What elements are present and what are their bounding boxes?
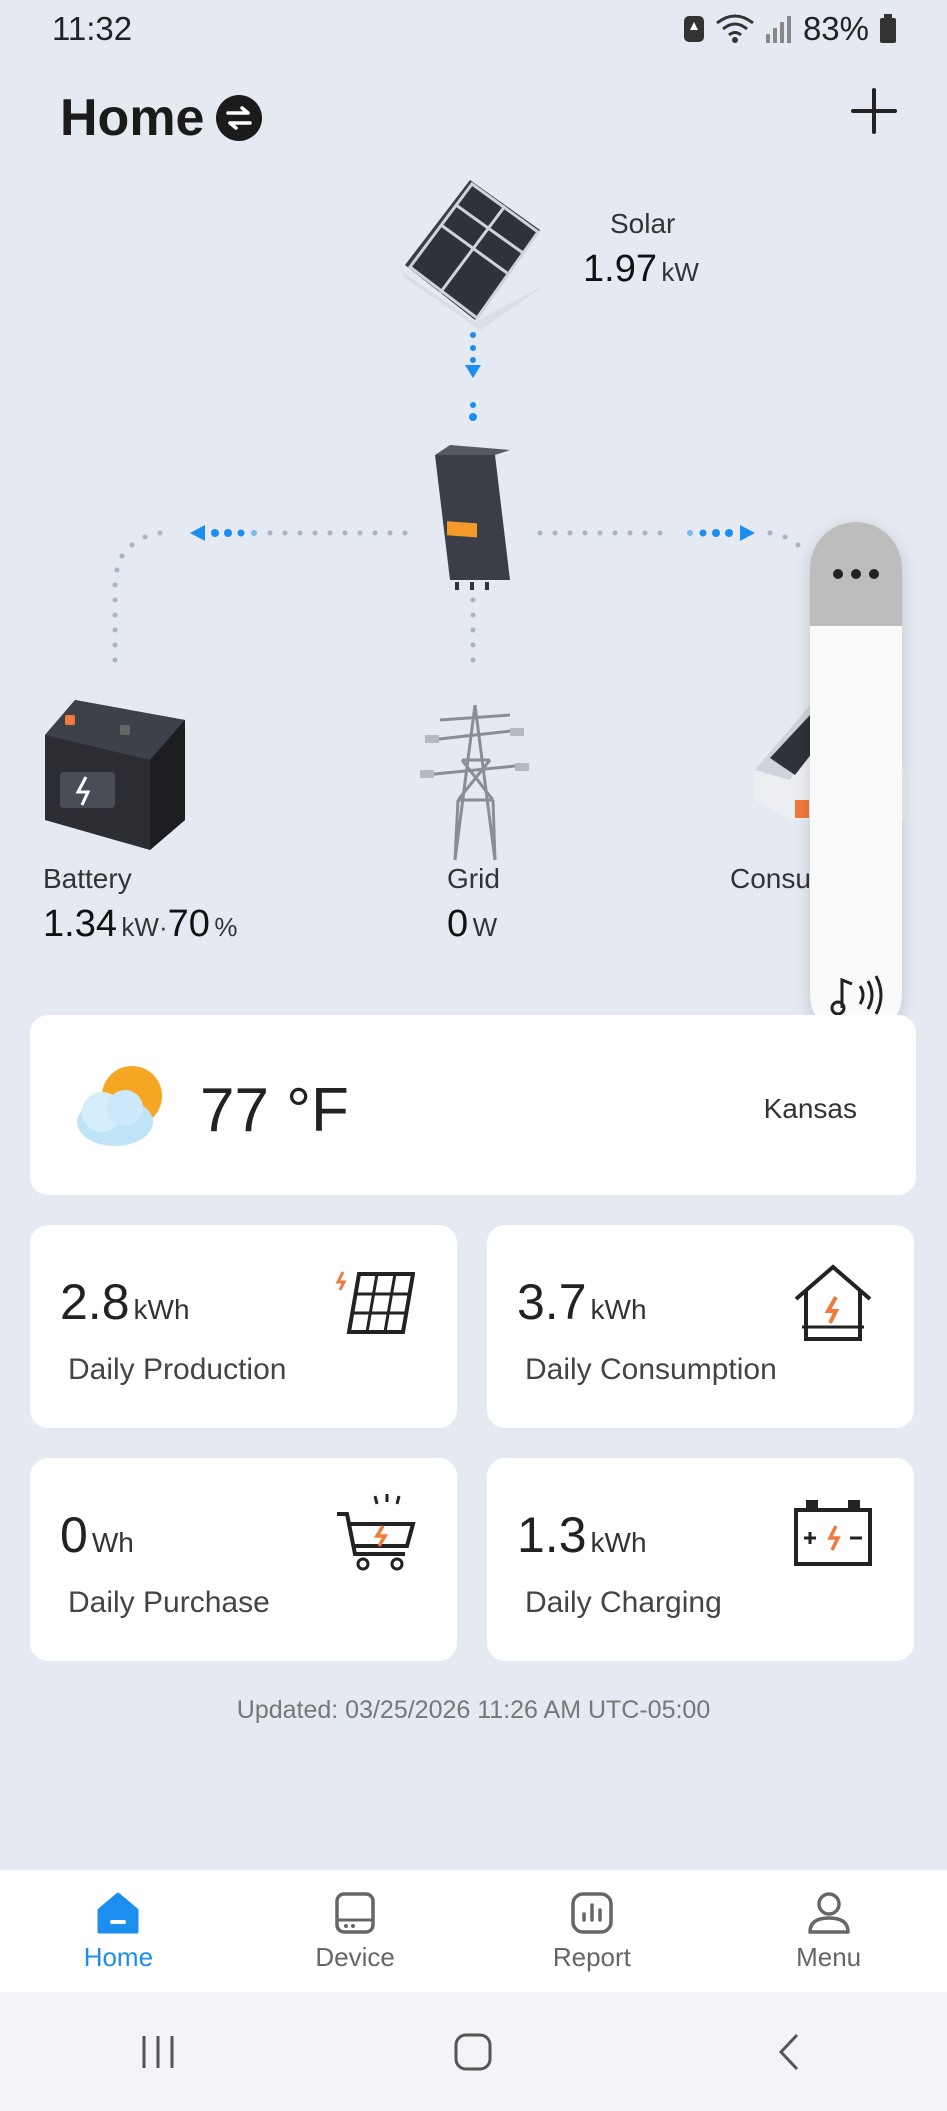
daily-consumption-unit: kWh xyxy=(590,1294,647,1325)
daily-charging-reading: 1.3 kWh xyxy=(517,1506,647,1564)
grid-unit: W xyxy=(472,912,498,942)
updated-timestamp: Updated: 03/25/2026 11:26 AM UTC-05:00 xyxy=(236,1696,711,1724)
daily-consumption-value: 3.7 xyxy=(517,1274,587,1330)
solar-panel-icon xyxy=(400,180,545,330)
battery-percent: 83% xyxy=(802,10,869,47)
daily-charging-value: 1.3 xyxy=(517,1507,587,1563)
daily-production-reading: 2.8 kWh xyxy=(60,1273,190,1331)
daily-charging-label: Daily Charging xyxy=(525,1586,722,1619)
daily-purchase-card[interactable]: 0 Wh Daily Purchase xyxy=(30,1458,457,1661)
solar-reading: 1.97 kW xyxy=(583,248,699,291)
daily-consumption-card[interactable]: 3.7 kWh Daily Consumption xyxy=(487,1225,914,1428)
home-button-icon[interactable] xyxy=(453,2032,493,2072)
weather-temperature: 77 °F xyxy=(200,1076,349,1145)
grid-label: Grid xyxy=(447,863,500,894)
inverter-icon xyxy=(435,445,510,590)
status-icons: 83% xyxy=(683,10,897,48)
floating-panel[interactable] xyxy=(810,522,902,1040)
app-notification-icon xyxy=(683,16,704,42)
add-button[interactable] xyxy=(851,88,897,134)
nav-device[interactable]: Device xyxy=(237,1870,474,1992)
battery-label: Battery xyxy=(43,863,132,894)
house-outline-icon xyxy=(794,1264,872,1341)
bottom-navigation: Home Device Report Menu xyxy=(0,1870,947,1992)
recent-apps-icon[interactable] xyxy=(138,2032,178,2072)
nav-report-label: Report xyxy=(552,1941,631,1972)
status-time: 11:32 xyxy=(52,10,133,47)
battery-outline-icon xyxy=(794,1500,872,1566)
music-audio-icon[interactable] xyxy=(830,972,886,1018)
daily-production-label: Daily Production xyxy=(68,1353,287,1386)
daily-consumption-label: Daily Consumption xyxy=(525,1353,777,1386)
signal-icon xyxy=(765,16,791,43)
daily-purchase-value: 0 xyxy=(60,1507,88,1563)
solar-label: Solar xyxy=(610,208,676,239)
page-title[interactable]: Home xyxy=(60,88,263,148)
home-icon xyxy=(97,1892,139,1933)
energy-flow-diagram xyxy=(45,180,905,861)
consumption-label: Consu xyxy=(730,863,811,894)
nav-report[interactable]: Report xyxy=(474,1870,711,1992)
battery-reading: 1.34 kW·70 % xyxy=(43,903,238,946)
solar-unit: kW xyxy=(661,257,699,287)
daily-production-unit: kWh xyxy=(133,1294,190,1325)
daily-production-value: 2.8 xyxy=(60,1274,130,1330)
daily-consumption-reading: 3.7 kWh xyxy=(517,1273,647,1331)
grid-value: 0 xyxy=(447,903,469,945)
nav-home-label: Home xyxy=(83,1941,154,1972)
daily-purchase-reading: 0 Wh xyxy=(60,1506,134,1564)
daily-charging-unit: kWh xyxy=(590,1527,647,1558)
battery-unit: kW xyxy=(121,912,159,942)
daily-production-card[interactable]: 2.8 kWh Daily Production xyxy=(30,1225,457,1428)
report-icon xyxy=(571,1891,613,1934)
switch-site-icon[interactable] xyxy=(216,95,263,141)
back-icon[interactable] xyxy=(769,2032,809,2072)
more-options-button[interactable] xyxy=(810,522,902,626)
shopping-cart-icon xyxy=(337,1494,416,1571)
user-icon xyxy=(807,1891,850,1934)
nav-home[interactable]: Home xyxy=(0,1870,237,1992)
page-title-text: Home xyxy=(60,89,205,147)
solar-panel-outline-icon xyxy=(335,1271,415,1334)
daily-purchase-label: Daily Purchase xyxy=(68,1586,270,1619)
battery-soc-unit: % xyxy=(214,912,238,942)
battery-icon xyxy=(880,14,896,43)
solar-value: 1.97 xyxy=(583,248,657,290)
system-navigation-bar xyxy=(0,1992,947,2111)
wifi-icon xyxy=(716,14,754,43)
daily-purchase-unit: Wh xyxy=(91,1527,134,1558)
partly-cloudy-icon xyxy=(77,1066,162,1146)
battery-separator: · xyxy=(158,912,168,942)
battery-device-icon xyxy=(45,700,185,850)
nav-menu[interactable]: Menu xyxy=(710,1870,947,1992)
grid-reading: 0 W xyxy=(447,903,497,946)
weather-location: Kansas xyxy=(763,1093,857,1124)
daily-charging-card[interactable]: 1.3 kWh Daily Charging xyxy=(487,1458,914,1661)
more-dots-icon xyxy=(833,569,879,579)
nav-device-label: Device xyxy=(315,1941,395,1972)
battery-soc: 70 xyxy=(167,903,210,945)
nav-menu-label: Menu xyxy=(796,1941,862,1972)
grid-tower-icon xyxy=(420,704,529,861)
device-icon xyxy=(335,1891,375,1934)
battery-value: 1.34 xyxy=(43,903,117,945)
